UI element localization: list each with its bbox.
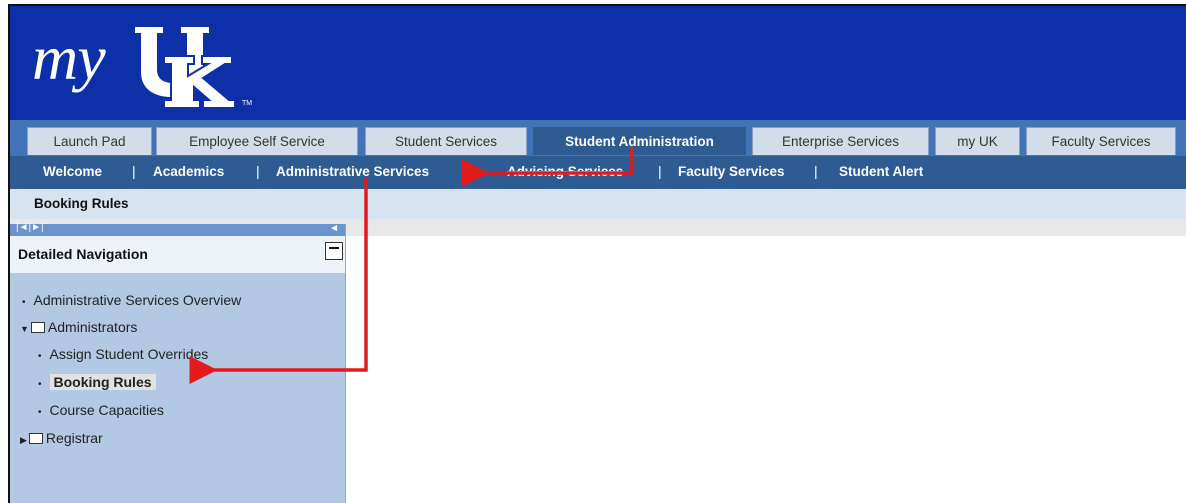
detailed-navigation-title: Detailed Navigation <box>18 246 148 262</box>
panel-scrollbar[interactable]: |◄|►| ◄ <box>10 222 345 236</box>
uk-logo-icon <box>133 25 236 108</box>
folder-icon <box>28 433 43 444</box>
browser-frame: my TM Launch Pad Employee Self Service S… <box>8 4 1186 503</box>
tab-faculty-services[interactable]: Faculty Services <box>1026 127 1176 155</box>
subnav-academics[interactable]: Academics <box>153 164 224 179</box>
detailed-navigation-header: Detailed Navigation <box>10 236 345 273</box>
breadcrumb-bar: Booking Rules <box>10 189 1186 219</box>
subnav-separator: | <box>814 163 818 179</box>
portal-header: my TM <box>10 6 1186 120</box>
tab-launch-pad[interactable]: Launch Pad <box>27 127 152 155</box>
subnav-separator: | <box>132 163 136 179</box>
sub-navigation-bar: Welcome | Academics | Administrative Ser… <box>10 156 1186 189</box>
nav-item-course-capacities[interactable]: • Course Capacities <box>38 402 164 418</box>
scroll-left-icon[interactable]: ◄ <box>329 223 339 234</box>
subnav-student-alert[interactable]: Student Alert <box>839 164 923 179</box>
tab-my-uk[interactable]: my UK <box>935 127 1020 155</box>
nav-folder-registrar[interactable]: ▶ Registrar <box>20 430 103 446</box>
myuk-logo[interactable]: my TM <box>32 22 262 112</box>
nav-item-assign-student-overrides[interactable]: • Assign Student Overrides <box>38 346 208 362</box>
collapse-panel-icon[interactable] <box>325 242 343 260</box>
subnav-advising-services[interactable]: Advising Services <box>507 164 623 179</box>
subnav-separator: | <box>658 163 662 179</box>
nav-folder-administrators[interactable]: ▼ Administrators <box>20 319 137 335</box>
tab-student-administration[interactable]: Student Administration <box>533 127 746 155</box>
detailed-navigation-panel: |◄|►| ◄ Detailed Navigation • Administrat… <box>10 222 346 503</box>
collapsed-triangle-icon[interactable]: ▶ <box>20 435 27 446</box>
folder-icon <box>30 322 45 333</box>
tab-employee-self-service[interactable]: Employee Self Service <box>156 127 358 155</box>
tab-enterprise-services[interactable]: Enterprise Services <box>752 127 929 155</box>
subnav-separator: | <box>256 163 260 179</box>
subnav-welcome[interactable]: Welcome <box>43 164 102 179</box>
top-tab-bar: Launch Pad Employee Self Service Student… <box>10 120 1186 156</box>
nav-item-administrative-services-overview[interactable]: • Administrative Services Overview <box>22 292 241 308</box>
nav-item-booking-rules[interactable]: • Booking Rules <box>38 374 156 390</box>
page-title: Booking Rules <box>34 196 129 211</box>
subnav-administrative-services[interactable]: Administrative Services <box>276 164 429 179</box>
scroll-controls-icon[interactable]: |◄|►| <box>16 222 44 233</box>
expanded-triangle-icon[interactable]: ▼ <box>20 324 29 334</box>
subnav-faculty-services[interactable]: Faculty Services <box>678 164 785 179</box>
tab-student-services[interactable]: Student Services <box>365 127 527 155</box>
